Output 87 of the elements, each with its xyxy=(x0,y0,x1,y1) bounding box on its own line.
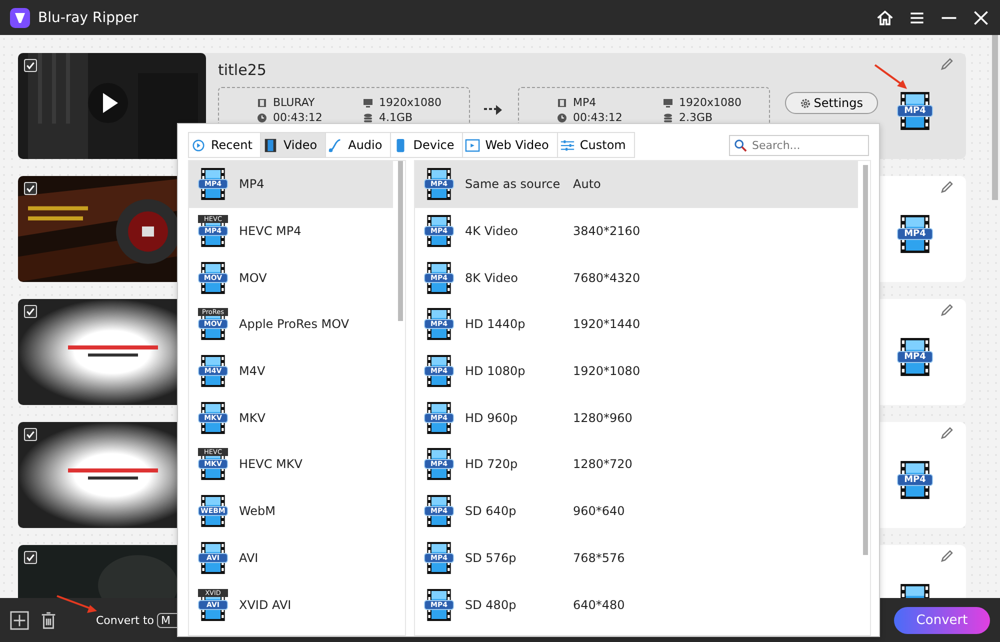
format-text: MP4 xyxy=(573,96,596,109)
preset-resolution: Auto xyxy=(573,177,601,192)
format-name: MOV xyxy=(239,270,267,285)
film-icon xyxy=(263,138,278,152)
window-title: Blu-ray Ripper xyxy=(38,10,138,26)
resolution-text: 1920x1080 xyxy=(679,96,742,109)
sliders-icon xyxy=(560,138,575,152)
database-icon xyxy=(663,112,673,122)
preset-name: SD 480p xyxy=(465,598,518,612)
format-name: MP4 xyxy=(239,177,264,192)
film-icon xyxy=(557,98,567,108)
annotation-arrow xyxy=(56,595,98,613)
annotation-arrow xyxy=(874,64,908,90)
preset-name: HD 720p xyxy=(465,457,519,472)
convert-button[interactable]: Convert xyxy=(894,606,990,634)
checkbox[interactable] xyxy=(24,182,37,195)
preset-name: SD 640p xyxy=(465,504,518,518)
preset-resolution: 640*480 xyxy=(573,598,625,612)
size-text: 2.3GB xyxy=(679,111,713,124)
format-name: WebM xyxy=(239,504,276,518)
preset-resolution: 1920*1440 xyxy=(573,317,640,332)
preset-resolution: 768*576 xyxy=(573,550,625,565)
format-tab[interactable]: Device xyxy=(390,132,462,158)
title-name: title25 xyxy=(218,61,268,79)
preset-name: HD 960p xyxy=(465,410,519,425)
format-label: MP4 xyxy=(897,228,933,240)
preset-resolution: 1280*960 xyxy=(573,410,632,425)
scrollbar-thumb[interactable] xyxy=(863,165,868,555)
checkbox[interactable] xyxy=(24,551,37,564)
preset-resolution: 3840*2160 xyxy=(573,224,640,238)
convert-to-label: Convert to xyxy=(96,614,154,626)
duration-text: 00:43:12 xyxy=(573,111,622,124)
film-icon xyxy=(257,98,267,108)
edit-icon[interactable] xyxy=(940,57,954,71)
format-name: XVID AVI xyxy=(239,598,292,612)
format-tab[interactable]: Video xyxy=(260,132,326,158)
play-circle-icon xyxy=(191,138,206,152)
monitor-icon xyxy=(363,98,373,108)
preset-name: HD 1440p xyxy=(465,317,526,332)
home-icon[interactable] xyxy=(876,8,894,26)
format-name: M4V xyxy=(239,364,266,378)
close-icon[interactable] xyxy=(972,8,990,26)
format-label: MP4 xyxy=(897,474,933,486)
edit-icon[interactable] xyxy=(940,180,954,194)
scrollbar-thumb[interactable] xyxy=(398,161,403,321)
preset-name: 4K Video xyxy=(465,224,519,238)
edit-icon[interactable] xyxy=(940,549,954,563)
monitor-icon xyxy=(663,98,673,108)
duration-text: 00:43:12 xyxy=(273,111,322,124)
format-name: HEVC MP4 xyxy=(239,224,302,238)
video-window-icon xyxy=(465,138,480,152)
format-tab[interactable]: Custom xyxy=(556,132,635,158)
preset-resolution: 1280*720 xyxy=(573,457,632,472)
search-field[interactable]: Search... xyxy=(729,134,869,156)
checkbox[interactable] xyxy=(24,305,37,318)
format-name: Apple ProRes MOV xyxy=(239,317,350,332)
format-tab[interactable]: Recent xyxy=(188,132,260,158)
checkbox[interactable] xyxy=(24,428,37,441)
app-logo-icon xyxy=(10,8,30,28)
preset-resolution: 960*640 xyxy=(573,504,625,518)
scrollbar-thumb[interactable] xyxy=(992,35,998,200)
format-label: MP4 xyxy=(897,351,933,363)
preset-name: 8K Video xyxy=(465,270,519,285)
format-text: BLURAY xyxy=(273,96,315,109)
add-icon[interactable] xyxy=(10,610,29,630)
resolution-text: 1920x1080 xyxy=(379,96,442,109)
checkbox[interactable] xyxy=(24,59,37,72)
preset-resolution: 1920*1080 xyxy=(573,364,640,378)
format-tab[interactable]: Audio xyxy=(325,132,390,158)
gear-icon xyxy=(800,98,811,108)
format-tab[interactable]: Web Video xyxy=(462,132,557,158)
edit-icon[interactable] xyxy=(940,426,954,440)
delete-icon[interactable] xyxy=(39,610,58,630)
format-name: HEVC MKV xyxy=(239,457,302,472)
format-name: AVI xyxy=(239,550,258,565)
format-label: MP4 xyxy=(897,105,933,117)
preset-name: Same as source xyxy=(465,177,561,192)
preset-name: HD 1080p xyxy=(465,364,526,378)
arrow-icon xyxy=(484,104,504,116)
preset-name: SD 576p xyxy=(465,550,518,565)
size-text: 4.1GB xyxy=(379,111,413,124)
preset-resolution: 7680*4320 xyxy=(573,270,640,285)
play-button[interactable] xyxy=(88,83,128,123)
database-icon xyxy=(363,112,373,122)
settings-button[interactable]: Settings xyxy=(784,92,878,114)
edit-icon[interactable] xyxy=(940,303,954,317)
format-name: MKV xyxy=(239,410,266,425)
